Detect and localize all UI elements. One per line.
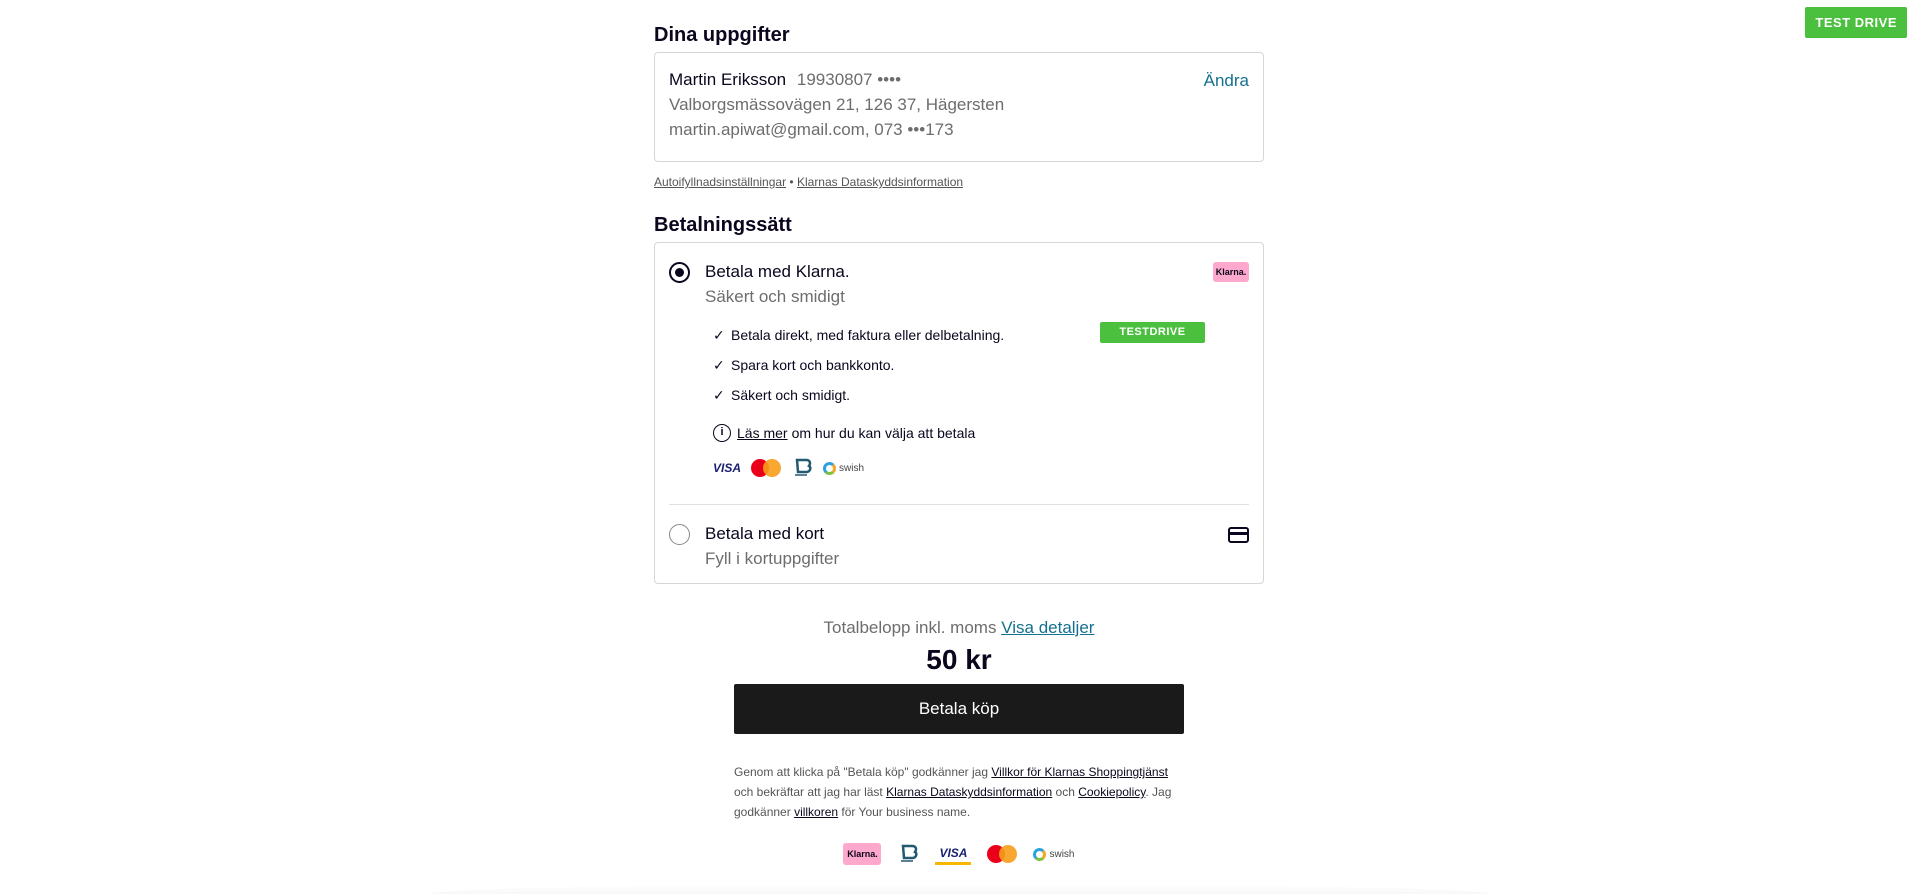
customer-contact: martin.apiwat@gmail.com, 073 •••173 xyxy=(669,120,954,139)
klarna-bullet-text: Spara kort och bankkonto. xyxy=(731,357,895,373)
footer-logos: Klarna. VISA swish xyxy=(654,843,1264,865)
klarna-logo: Klarna. xyxy=(1213,262,1249,282)
payment-heading: Betalningssätt xyxy=(654,214,792,236)
payment-logos-row: VISA swish xyxy=(713,457,864,479)
shopping-terms-link[interactable]: Villkor för Klarnas Shoppingtjänst xyxy=(991,765,1168,779)
merchant-terms-link[interactable]: villkoren xyxy=(794,805,838,819)
check-icon: ✓ xyxy=(713,327,725,343)
personal-number: 19930807 •••• xyxy=(796,70,902,89)
klarna-bullet: ✓ Spara kort och bankkonto. xyxy=(713,357,894,374)
check-icon: ✓ xyxy=(713,357,725,373)
option-divider xyxy=(669,504,1249,505)
klarna-bullet: ✓ Betala direkt, med faktura eller delbet… xyxy=(713,327,1004,344)
credit-card-icon xyxy=(1228,527,1249,543)
cookie-policy-link[interactable]: Cookiepolicy xyxy=(1078,785,1145,799)
mastercard-footer-logo-icon xyxy=(987,845,1018,863)
visa-logo-icon: VISA xyxy=(713,461,742,475)
terms-text: Genom att klicka på "Betala köp" godkänn… xyxy=(734,762,1184,822)
details-heading: Dina uppgifter xyxy=(654,24,790,46)
card-option-subtitle: Fyll i kortuppgifter xyxy=(705,549,840,568)
customer-address: Valborgsmässovägen 21, 126 37, Hägersten xyxy=(669,95,1005,114)
terms-fragment: och bekräftar att jag har läst xyxy=(734,785,883,799)
mastercard-logo-icon xyxy=(751,459,782,477)
klarna-bullet-text: Betala direkt, med faktura eller delbeta… xyxy=(731,327,1005,343)
klarna-option-subtitle: Säkert och smidigt xyxy=(705,287,845,306)
customer-name: Martin Eriksson xyxy=(669,70,787,89)
details-card: Martin Eriksson 19930807 •••• Valborgsmä… xyxy=(654,52,1264,162)
swish-logo-icon: swish xyxy=(823,461,865,475)
bottom-shadow xyxy=(430,884,1490,894)
read-more-row: i Läs mer om hur du kan välja att betala xyxy=(713,424,975,442)
info-icon: i xyxy=(713,424,731,442)
info-links-separator: • xyxy=(789,175,794,189)
check-icon: ✓ xyxy=(713,387,725,403)
pay-button[interactable]: Betala köp xyxy=(734,684,1184,734)
test-drive-badge[interactable]: TEST DRIVE xyxy=(1805,7,1907,38)
swish-footer-logo-text: swish xyxy=(1049,848,1075,860)
total-label: Totalbelopp inkl. moms xyxy=(823,618,997,637)
read-more-text: om hur du kan välja att betala xyxy=(791,425,976,441)
total-amount: 50 kr xyxy=(926,644,992,675)
testdrive-tag: TESTDRIVE xyxy=(1100,322,1205,343)
klarna-bullet-text: Säkert och smidigt. xyxy=(731,387,851,403)
swish-footer-logo-icon: swish xyxy=(1033,847,1075,861)
klarna-bullet: ✓ Säkert och smidigt. xyxy=(713,387,850,404)
card-radio[interactable] xyxy=(669,524,690,545)
terms-fragment: och xyxy=(1055,785,1075,799)
klarna-option-title[interactable]: Betala med Klarna. xyxy=(705,262,850,282)
klarna-footer-logo-icon: Klarna. xyxy=(843,843,882,865)
terms-fragment: för Your business name. xyxy=(841,805,971,819)
card-option-title[interactable]: Betala med kort xyxy=(705,524,824,544)
visa-footer-logo-icon: VISA xyxy=(935,843,972,865)
payment-methods-card: Betala med Klarna. Säkert och smidigt Kl… xyxy=(654,242,1264,584)
klarna-radio[interactable] xyxy=(669,262,690,283)
bankid-logo-icon xyxy=(795,458,812,476)
terms-fragment: Genom att klicka på "Betala köp" godkänn… xyxy=(734,765,989,779)
total-line: Totalbelopp inkl. moms Visa detaljer xyxy=(654,618,1264,638)
name-line: Martin Eriksson 19930807 •••• xyxy=(669,67,1249,92)
autofill-settings-link[interactable]: Autoifyllnadsinställningar xyxy=(654,175,786,189)
read-more-link[interactable]: Läs mer xyxy=(737,425,788,441)
terms-privacy-link[interactable]: Klarnas Dataskyddsinformation xyxy=(886,785,1052,799)
change-details-link[interactable]: Ändra xyxy=(1204,71,1249,91)
privacy-info-link[interactable]: Klarnas Dataskyddsinformation xyxy=(797,175,963,189)
bankid-footer-logo-icon xyxy=(901,844,919,862)
info-links: Autoifyllnadsinställningar • Klarnas Dat… xyxy=(654,175,963,189)
swish-logo-text: swish xyxy=(839,462,865,474)
show-details-link[interactable]: Visa detaljer xyxy=(1001,618,1094,637)
